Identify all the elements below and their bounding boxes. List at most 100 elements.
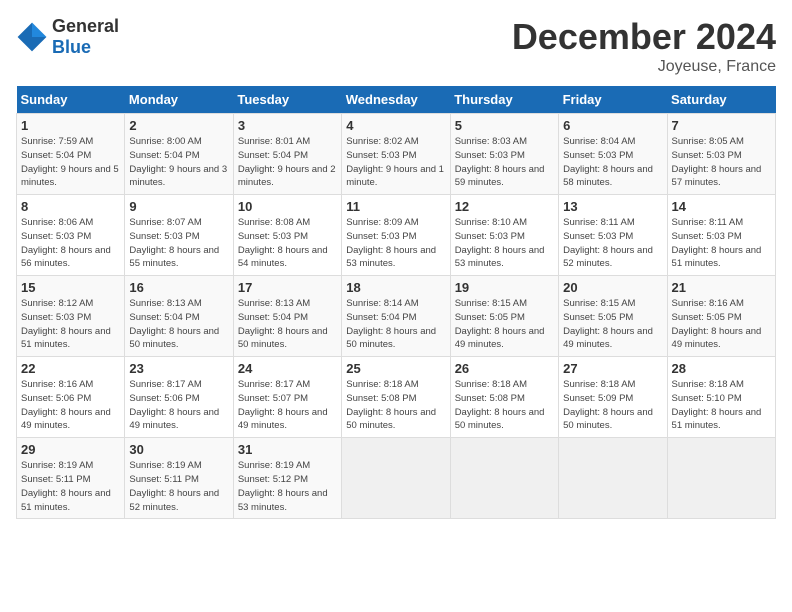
day-info: Sunrise: 8:17 AMSunset: 5:06 PMDaylight:… (129, 378, 228, 433)
day-number: 13 (563, 199, 662, 214)
logo: General Blue (16, 16, 119, 58)
logo-blue-text: Blue (52, 37, 91, 57)
day-number: 22 (21, 361, 120, 376)
day-info: Sunrise: 8:11 AMSunset: 5:03 PMDaylight:… (672, 216, 771, 271)
calendar-cell: 11 Sunrise: 8:09 AMSunset: 5:03 PMDaylig… (342, 195, 450, 276)
day-number: 6 (563, 118, 662, 133)
calendar-cell: 14 Sunrise: 8:11 AMSunset: 5:03 PMDaylig… (667, 195, 775, 276)
calendar-cell: 7 Sunrise: 8:05 AMSunset: 5:03 PMDayligh… (667, 114, 775, 195)
day-info: Sunrise: 8:19 AMSunset: 5:11 PMDaylight:… (21, 459, 120, 514)
calendar-cell (667, 438, 775, 519)
week-row-3: 15 Sunrise: 8:12 AMSunset: 5:03 PMDaylig… (17, 276, 776, 357)
day-number: 15 (21, 280, 120, 295)
day-number: 4 (346, 118, 445, 133)
logo-icon (16, 21, 48, 53)
calendar-cell: 12 Sunrise: 8:10 AMSunset: 5:03 PMDaylig… (450, 195, 558, 276)
day-info: Sunrise: 8:15 AMSunset: 5:05 PMDaylight:… (455, 297, 554, 352)
day-number: 25 (346, 361, 445, 376)
calendar-cell: 13 Sunrise: 8:11 AMSunset: 5:03 PMDaylig… (559, 195, 667, 276)
calendar-cell: 30 Sunrise: 8:19 AMSunset: 5:11 PMDaylig… (125, 438, 233, 519)
day-number: 27 (563, 361, 662, 376)
page-header: General Blue December 2024 Joyeuse, Fran… (16, 16, 776, 76)
calendar-cell: 25 Sunrise: 8:18 AMSunset: 5:08 PMDaylig… (342, 357, 450, 438)
day-info: Sunrise: 8:13 AMSunset: 5:04 PMDaylight:… (129, 297, 228, 352)
day-number: 31 (238, 442, 337, 457)
calendar-cell: 9 Sunrise: 8:07 AMSunset: 5:03 PMDayligh… (125, 195, 233, 276)
day-info: Sunrise: 8:08 AMSunset: 5:03 PMDaylight:… (238, 216, 337, 271)
day-info: Sunrise: 8:04 AMSunset: 5:03 PMDaylight:… (563, 135, 662, 190)
weekday-header-tuesday: Tuesday (233, 86, 341, 114)
calendar-cell: 26 Sunrise: 8:18 AMSunset: 5:08 PMDaylig… (450, 357, 558, 438)
day-info: Sunrise: 8:18 AMSunset: 5:10 PMDaylight:… (672, 378, 771, 433)
day-info: Sunrise: 8:11 AMSunset: 5:03 PMDaylight:… (563, 216, 662, 271)
calendar-cell: 16 Sunrise: 8:13 AMSunset: 5:04 PMDaylig… (125, 276, 233, 357)
calendar-cell: 8 Sunrise: 8:06 AMSunset: 5:03 PMDayligh… (17, 195, 125, 276)
day-number: 29 (21, 442, 120, 457)
day-number: 9 (129, 199, 228, 214)
calendar-cell: 15 Sunrise: 8:12 AMSunset: 5:03 PMDaylig… (17, 276, 125, 357)
title-block: December 2024 Joyeuse, France (512, 16, 776, 76)
calendar-cell: 31 Sunrise: 8:19 AMSunset: 5:12 PMDaylig… (233, 438, 341, 519)
day-info: Sunrise: 8:18 AMSunset: 5:08 PMDaylight:… (455, 378, 554, 433)
day-info: Sunrise: 8:06 AMSunset: 5:03 PMDaylight:… (21, 216, 120, 271)
day-number: 26 (455, 361, 554, 376)
day-number: 28 (672, 361, 771, 376)
calendar-cell: 5 Sunrise: 8:03 AMSunset: 5:03 PMDayligh… (450, 114, 558, 195)
day-info: Sunrise: 8:05 AMSunset: 5:03 PMDaylight:… (672, 135, 771, 190)
day-info: Sunrise: 8:13 AMSunset: 5:04 PMDaylight:… (238, 297, 337, 352)
calendar-cell: 28 Sunrise: 8:18 AMSunset: 5:10 PMDaylig… (667, 357, 775, 438)
week-row-2: 8 Sunrise: 8:06 AMSunset: 5:03 PMDayligh… (17, 195, 776, 276)
weekday-header-sunday: Sunday (17, 86, 125, 114)
calendar-title: December 2024 (512, 16, 776, 58)
weekday-header-thursday: Thursday (450, 86, 558, 114)
day-info: Sunrise: 8:02 AMSunset: 5:03 PMDaylight:… (346, 135, 445, 190)
day-number: 19 (455, 280, 554, 295)
day-info: Sunrise: 8:00 AMSunset: 5:04 PMDaylight:… (129, 135, 228, 190)
day-number: 16 (129, 280, 228, 295)
calendar-cell: 19 Sunrise: 8:15 AMSunset: 5:05 PMDaylig… (450, 276, 558, 357)
calendar-cell: 10 Sunrise: 8:08 AMSunset: 5:03 PMDaylig… (233, 195, 341, 276)
day-info: Sunrise: 7:59 AMSunset: 5:04 PMDaylight:… (21, 135, 120, 190)
day-info: Sunrise: 8:07 AMSunset: 5:03 PMDaylight:… (129, 216, 228, 271)
day-number: 1 (21, 118, 120, 133)
calendar-cell: 18 Sunrise: 8:14 AMSunset: 5:04 PMDaylig… (342, 276, 450, 357)
day-number: 21 (672, 280, 771, 295)
calendar-cell (559, 438, 667, 519)
day-info: Sunrise: 8:10 AMSunset: 5:03 PMDaylight:… (455, 216, 554, 271)
weekday-header-saturday: Saturday (667, 86, 775, 114)
day-info: Sunrise: 8:12 AMSunset: 5:03 PMDaylight:… (21, 297, 120, 352)
day-info: Sunrise: 8:09 AMSunset: 5:03 PMDaylight:… (346, 216, 445, 271)
week-row-1: 1 Sunrise: 7:59 AMSunset: 5:04 PMDayligh… (17, 114, 776, 195)
day-info: Sunrise: 8:19 AMSunset: 5:12 PMDaylight:… (238, 459, 337, 514)
day-number: 3 (238, 118, 337, 133)
calendar-cell: 29 Sunrise: 8:19 AMSunset: 5:11 PMDaylig… (17, 438, 125, 519)
day-number: 23 (129, 361, 228, 376)
calendar-cell: 2 Sunrise: 8:00 AMSunset: 5:04 PMDayligh… (125, 114, 233, 195)
calendar-cell: 4 Sunrise: 8:02 AMSunset: 5:03 PMDayligh… (342, 114, 450, 195)
calendar-subtitle: Joyeuse, France (512, 58, 776, 76)
day-number: 17 (238, 280, 337, 295)
calendar-cell: 24 Sunrise: 8:17 AMSunset: 5:07 PMDaylig… (233, 357, 341, 438)
day-number: 12 (455, 199, 554, 214)
calendar-cell: 3 Sunrise: 8:01 AMSunset: 5:04 PMDayligh… (233, 114, 341, 195)
calendar-cell: 17 Sunrise: 8:13 AMSunset: 5:04 PMDaylig… (233, 276, 341, 357)
weekday-header-wednesday: Wednesday (342, 86, 450, 114)
weekday-header-friday: Friday (559, 86, 667, 114)
day-info: Sunrise: 8:16 AMSunset: 5:05 PMDaylight:… (672, 297, 771, 352)
day-number: 30 (129, 442, 228, 457)
calendar-cell (450, 438, 558, 519)
week-row-5: 29 Sunrise: 8:19 AMSunset: 5:11 PMDaylig… (17, 438, 776, 519)
day-info: Sunrise: 8:16 AMSunset: 5:06 PMDaylight:… (21, 378, 120, 433)
day-info: Sunrise: 8:19 AMSunset: 5:11 PMDaylight:… (129, 459, 228, 514)
calendar-cell: 22 Sunrise: 8:16 AMSunset: 5:06 PMDaylig… (17, 357, 125, 438)
calendar-cell: 1 Sunrise: 7:59 AMSunset: 5:04 PMDayligh… (17, 114, 125, 195)
day-number: 2 (129, 118, 228, 133)
day-info: Sunrise: 8:03 AMSunset: 5:03 PMDaylight:… (455, 135, 554, 190)
day-info: Sunrise: 8:01 AMSunset: 5:04 PMDaylight:… (238, 135, 337, 190)
day-number: 7 (672, 118, 771, 133)
weekday-header-monday: Monday (125, 86, 233, 114)
calendar-table: SundayMondayTuesdayWednesdayThursdayFrid… (16, 86, 776, 519)
calendar-cell (342, 438, 450, 519)
day-number: 11 (346, 199, 445, 214)
day-number: 14 (672, 199, 771, 214)
